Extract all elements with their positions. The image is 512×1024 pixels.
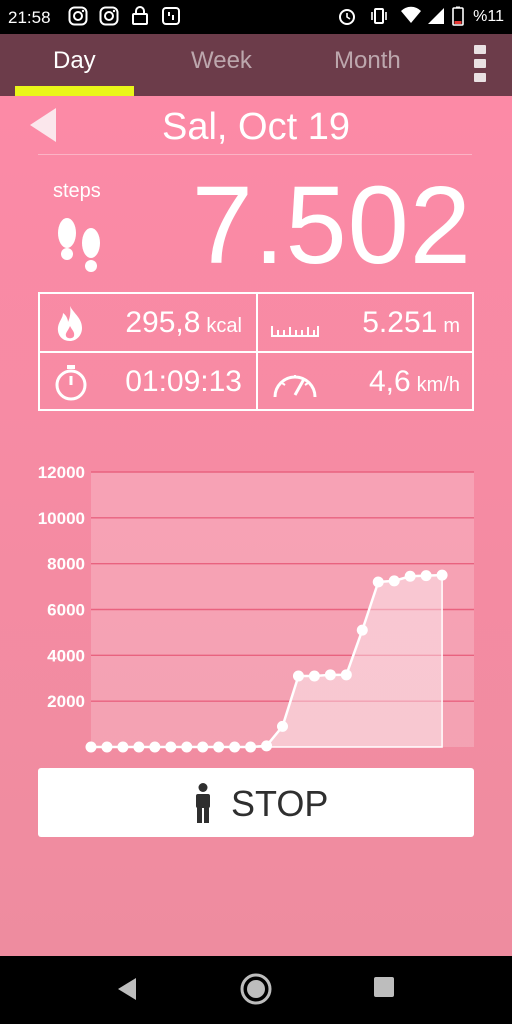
pedometer-screen: Day Week Month Sal, Oct 19 steps 7.502 2… bbox=[0, 34, 512, 956]
tab-bar: Day Week Month bbox=[0, 34, 512, 96]
data-point bbox=[404, 570, 416, 582]
y-tick-label: 6000 bbox=[47, 601, 85, 620]
data-point bbox=[420, 570, 432, 582]
data-point bbox=[388, 575, 400, 587]
back-icon[interactable] bbox=[116, 976, 138, 1002]
steps-chart: 2000400060008000100001200024681012141618… bbox=[0, 424, 512, 754]
vibrate-icon bbox=[371, 8, 387, 24]
duration-value: 01:09:13 bbox=[125, 365, 242, 398]
data-point bbox=[372, 576, 384, 588]
y-tick-label: 4000 bbox=[47, 646, 85, 665]
stop-button[interactable]: STOP bbox=[38, 768, 474, 837]
stats-grid: 295,8 kcal 5.251 m 01:09:13 4,6 km/h bbox=[38, 292, 474, 411]
data-point bbox=[181, 741, 193, 753]
stop-button-label: STOP bbox=[231, 783, 329, 824]
calories-cell: 295,8 kcal bbox=[40, 294, 256, 351]
wifi-icon bbox=[401, 6, 421, 23]
distance-value: 5.251 m bbox=[362, 306, 460, 339]
signal-icon bbox=[428, 8, 444, 24]
date-title: Sal, Oct 19 bbox=[162, 106, 350, 148]
tab-day[interactable]: Day bbox=[53, 47, 96, 75]
data-point bbox=[292, 670, 304, 682]
data-point bbox=[149, 741, 161, 753]
duration-cell: 01:09:13 bbox=[40, 353, 256, 410]
data-point bbox=[197, 741, 209, 753]
data-point bbox=[308, 670, 320, 682]
instagram-icon bbox=[99, 6, 119, 26]
recents-icon[interactable] bbox=[373, 976, 395, 998]
navigation-bar bbox=[0, 956, 512, 1024]
battery-icon bbox=[452, 6, 464, 26]
data-point bbox=[261, 740, 273, 752]
y-tick-label: 2000 bbox=[47, 692, 85, 711]
data-point bbox=[229, 741, 241, 753]
instagram-icon bbox=[68, 6, 88, 26]
ruler-icon bbox=[271, 326, 319, 337]
status-bar: 21:58 %11 bbox=[0, 0, 512, 34]
tab-week[interactable]: Week bbox=[191, 47, 252, 75]
active-tab-indicator bbox=[15, 86, 134, 96]
data-point bbox=[277, 720, 288, 732]
speed-value: 4,6 km/h bbox=[368, 365, 460, 398]
footprints-icon bbox=[58, 218, 100, 272]
speed-cell: 4,6 km/h bbox=[258, 353, 474, 410]
distance-cell: 5.251 m bbox=[258, 294, 474, 351]
data-point bbox=[101, 741, 113, 753]
y-tick-label: 8000 bbox=[47, 555, 85, 574]
speedometer-icon bbox=[273, 375, 317, 398]
steps-label: steps bbox=[53, 180, 101, 202]
steps-count: 7.502 bbox=[191, 164, 472, 287]
steps-chart-svg: 2000400060008000100001200024681012141618… bbox=[38, 463, 474, 753]
data-point bbox=[85, 741, 97, 753]
stopwatch-icon bbox=[55, 365, 87, 401]
walking-person-icon bbox=[196, 783, 210, 823]
battery-percent: %11 bbox=[473, 8, 504, 25]
date-navigator: Sal, Oct 19 bbox=[0, 96, 512, 156]
flame-icon bbox=[57, 306, 82, 341]
data-point bbox=[213, 741, 225, 753]
status-time: 21:58 bbox=[8, 8, 51, 27]
data-point bbox=[356, 624, 368, 636]
data-point bbox=[324, 669, 336, 681]
divider bbox=[38, 154, 472, 155]
overflow-menu-icon[interactable] bbox=[468, 44, 492, 84]
data-point bbox=[245, 741, 257, 753]
lock-icon bbox=[132, 6, 148, 25]
tab-month[interactable]: Month bbox=[334, 47, 401, 75]
data-point bbox=[436, 569, 448, 581]
data-point bbox=[340, 669, 352, 681]
data-point bbox=[117, 741, 129, 753]
data-point bbox=[165, 741, 177, 753]
calories-value: 295,8 kcal bbox=[125, 306, 242, 339]
app-icon bbox=[162, 7, 180, 25]
alarm-icon bbox=[339, 9, 355, 25]
y-tick-label: 10000 bbox=[38, 509, 85, 528]
home-icon[interactable] bbox=[240, 973, 272, 1005]
y-tick-label: 12000 bbox=[38, 463, 85, 482]
data-point bbox=[133, 741, 145, 753]
